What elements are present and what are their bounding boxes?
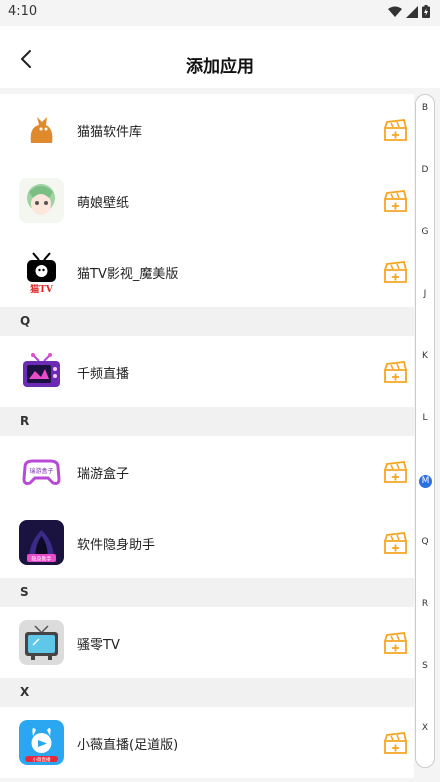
- app-list-item[interactable]: 萌娘壁纸: [0, 165, 414, 236]
- section-letter: R: [20, 414, 30, 428]
- wifi-icon: [388, 6, 402, 17]
- status-bar: 4:10: [0, 0, 440, 26]
- signal-icon: [406, 5, 418, 18]
- section-header: X: [0, 678, 414, 707]
- add-app-icon[interactable]: [383, 632, 408, 654]
- anime-girl-icon: [19, 178, 64, 223]
- app-name: 萌娘壁纸: [77, 196, 130, 211]
- app-name: 猫猫软件库: [77, 125, 143, 140]
- svg-text:猫TV: 猫TV: [30, 283, 54, 294]
- index-letter-x[interactable]: X: [416, 723, 434, 733]
- app-name: 千频直播: [77, 367, 130, 382]
- header: 添加应用: [0, 26, 440, 88]
- add-app-icon[interactable]: [383, 119, 408, 141]
- add-app-icon[interactable]: [383, 361, 408, 383]
- battery-icon: [422, 5, 430, 18]
- add-app-icon[interactable]: [383, 261, 408, 283]
- section-letter: Q: [20, 314, 31, 328]
- add-app-icon[interactable]: [383, 732, 408, 754]
- cat-logo-icon: [19, 107, 64, 152]
- app-list-item[interactable]: 猫TV 猫TV影视_魔美版: [0, 236, 414, 307]
- app-name: 猫TV影视_魔美版: [77, 267, 179, 282]
- index-letter-b[interactable]: B: [416, 103, 434, 113]
- app-list-item[interactable]: 猫猫软件库: [0, 94, 414, 165]
- app-name: 软件隐身助手: [77, 538, 156, 553]
- section-header: Q: [0, 307, 414, 336]
- bunny-app-icon: 小薇直播: [19, 720, 64, 765]
- index-letter-l[interactable]: L: [416, 413, 434, 423]
- app-list-item[interactable]: 骚零TV: [0, 607, 414, 678]
- add-app-icon[interactable]: [383, 461, 408, 483]
- page-title: 添加应用: [186, 57, 254, 77]
- add-app-icon[interactable]: [383, 190, 408, 212]
- retro-tv-icon: [19, 620, 64, 665]
- index-letter-j[interactable]: J: [416, 289, 434, 299]
- index-letter-d[interactable]: D: [416, 165, 434, 175]
- svg-text:瑞游盒子: 瑞游盒子: [29, 467, 53, 475]
- alphabet-index[interactable]: B D G J K L M Q R S X: [415, 94, 435, 768]
- svg-text:隐身助手: 隐身助手: [31, 556, 51, 563]
- section-letter: S: [20, 585, 29, 599]
- gamepad-icon: 瑞游盒子: [19, 449, 64, 494]
- section-header: S: [0, 578, 414, 607]
- purple-tv-icon: [19, 349, 64, 394]
- tv-cat-icon: 猫TV: [19, 249, 64, 294]
- index-letter-k[interactable]: K: [416, 351, 434, 361]
- status-time: 4:10: [8, 4, 38, 19]
- app-list-item[interactable]: 千频直播: [0, 336, 414, 407]
- app-list-item[interactable]: 小薇直播 小薇直播(足道版): [0, 707, 414, 778]
- index-letter-q[interactable]: Q: [416, 537, 434, 547]
- add-app-icon[interactable]: [383, 532, 408, 554]
- index-letter-s[interactable]: S: [416, 661, 434, 671]
- section-letter: X: [20, 685, 30, 699]
- app-list: 猫猫软件库萌娘壁纸猫TV 猫TV影视_魔美版 Q 千频直播 R 瑞游盒子 瑞游盒子隐身助手 软…: [0, 94, 414, 778]
- status-icons: [388, 5, 430, 18]
- app-name: 瑞游盒子: [77, 467, 130, 482]
- index-letter-g[interactable]: G: [416, 227, 434, 237]
- svg-text:小薇直播: 小薇直播: [33, 756, 51, 763]
- app-list-item[interactable]: 隐身助手 软件隐身助手: [0, 507, 414, 578]
- index-letter-m[interactable]: M: [419, 475, 432, 488]
- hooded-figure-icon: 隐身助手: [19, 520, 64, 565]
- app-list-item[interactable]: 瑞游盒子 瑞游盒子: [0, 436, 414, 507]
- app-name: 小薇直播(足道版): [77, 738, 179, 753]
- app-name: 骚零TV: [77, 638, 120, 653]
- index-letter-r[interactable]: R: [416, 599, 434, 609]
- section-header: R: [0, 407, 414, 436]
